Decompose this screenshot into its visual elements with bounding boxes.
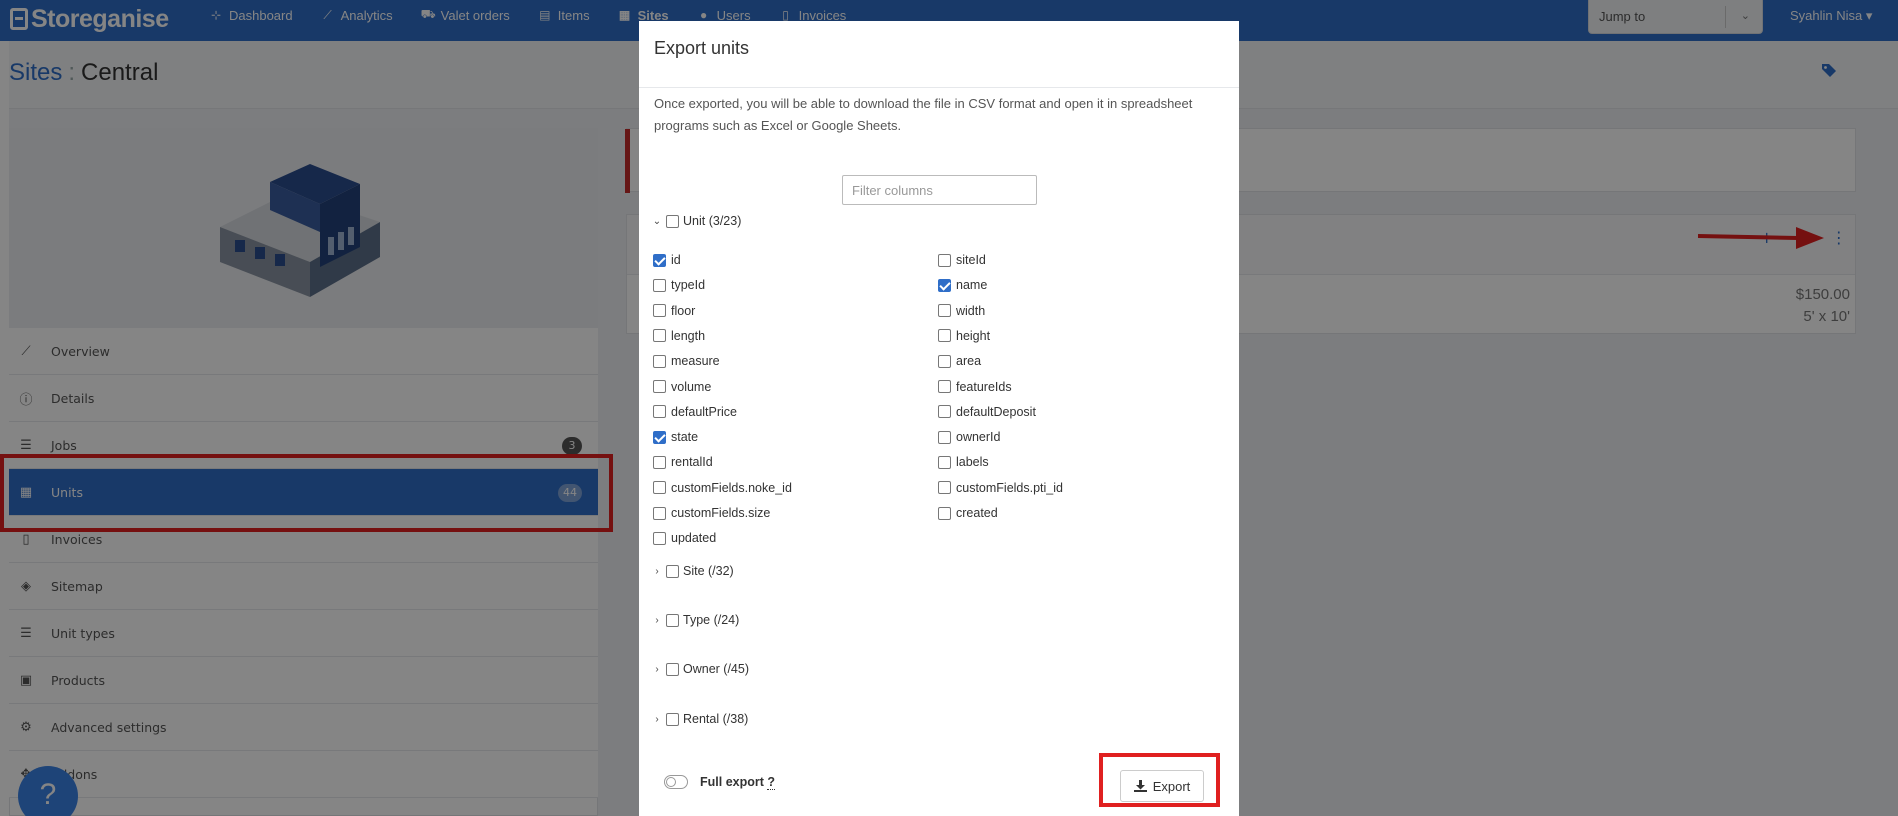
field-id[interactable]: id (653, 252, 681, 268)
field-checkbox[interactable] (653, 405, 666, 419)
field-label: customFields.noke_id (671, 480, 792, 495)
field-label: id (671, 253, 681, 267)
field-checkbox[interactable] (938, 278, 951, 292)
field-defaultdeposit[interactable]: defaultDeposit (938, 404, 1036, 420)
field-customfields-noke-id[interactable]: customFields.noke_id (653, 480, 792, 496)
full-export-help[interactable]: ? (767, 775, 776, 790)
field-checkbox[interactable] (938, 481, 951, 495)
field-label: rentalId (671, 455, 713, 470)
group-owner[interactable]: › Owner (/45) (652, 662, 749, 676)
field-floor[interactable]: floor (653, 303, 695, 319)
group-rental[interactable]: › Rental (/38) (652, 712, 748, 726)
field-label: state (671, 430, 699, 445)
modal-divider (639, 87, 1239, 88)
field-checkbox[interactable] (653, 531, 666, 545)
field-checkbox[interactable] (938, 455, 951, 469)
chevron-right-icon[interactable]: › (652, 714, 662, 725)
field-label: width (956, 303, 986, 318)
export-highlight-box (1099, 753, 1220, 807)
field-label: labels (956, 455, 989, 470)
field-label: customFields.size (671, 506, 771, 520)
field-checkbox[interactable] (938, 380, 951, 393)
field-checkbox[interactable] (653, 278, 666, 292)
field-checkbox[interactable] (653, 481, 666, 495)
chevron-right-icon[interactable]: › (652, 615, 662, 626)
field-label: length (671, 328, 706, 343)
field-label: defaultPrice (671, 404, 738, 419)
field-label: height (956, 328, 991, 343)
field-checkbox[interactable] (653, 329, 666, 343)
field-label: siteId (956, 253, 986, 267)
group-label: Type (/24) (683, 613, 740, 627)
field-rentalid[interactable]: rentalId (653, 454, 713, 470)
field-volume[interactable]: volume (653, 379, 711, 395)
field-checkbox[interactable] (653, 304, 666, 318)
full-export-toggle[interactable] (664, 775, 688, 789)
field-label: updated (671, 531, 717, 546)
field-checkbox[interactable] (653, 253, 666, 267)
field-label: defaultDeposit (956, 404, 1036, 419)
group-checkbox[interactable] (666, 712, 679, 726)
group-site[interactable]: › Site (/32) (652, 564, 734, 578)
full-export-toggle-row: Full export ? (664, 775, 776, 790)
group-label: Rental (/38) (683, 712, 749, 726)
field-name[interactable]: name (938, 277, 987, 293)
group-checkbox[interactable] (666, 613, 679, 627)
field-customfields-size[interactable]: customFields.size (653, 505, 770, 521)
field-label: ownerId (956, 430, 1001, 445)
field-label: measure (671, 354, 720, 369)
field-label: floor (671, 303, 696, 318)
field-width[interactable]: width (938, 303, 985, 319)
modal-description: Once exported, you will be able to downl… (654, 96, 1193, 133)
field-label: name (956, 278, 988, 293)
field-siteid[interactable]: siteId (938, 252, 986, 268)
field-checkbox[interactable] (938, 253, 951, 267)
field-checkbox[interactable] (938, 405, 951, 419)
field-checkbox[interactable] (938, 354, 951, 368)
field-checkbox[interactable] (653, 354, 666, 368)
field-checkbox[interactable] (653, 506, 666, 520)
full-export-label: Full export (700, 775, 764, 789)
field-checkbox[interactable] (653, 430, 666, 444)
field-defaultprice[interactable]: defaultPrice (653, 404, 737, 420)
field-label: featureIds (956, 379, 1012, 394)
field-measure[interactable]: measure (653, 353, 720, 369)
unit-group-header[interactable]: ⌄ Unit (3/23) (652, 214, 742, 228)
export-units-modal: Export units Once exported, you will be … (639, 21, 1239, 816)
field-checkbox[interactable] (938, 304, 951, 318)
field-state[interactable]: state (653, 429, 698, 445)
field-checkbox[interactable] (938, 430, 951, 444)
chevron-right-icon[interactable]: › (652, 566, 662, 577)
chevron-right-icon[interactable]: › (652, 664, 662, 675)
group-checkbox[interactable] (666, 564, 679, 578)
field-updated[interactable]: updated (653, 530, 716, 546)
unit-group-checkbox[interactable] (666, 214, 679, 228)
field-label: area (956, 354, 982, 369)
field-label: typeId (671, 278, 706, 293)
field-created[interactable]: created (938, 505, 998, 521)
group-checkbox[interactable] (666, 662, 679, 676)
chevron-down-icon[interactable]: ⌄ (652, 216, 662, 227)
field-labels[interactable]: labels (938, 454, 989, 470)
field-height[interactable]: height (938, 328, 990, 344)
field-typeid[interactable]: typeId (653, 277, 705, 293)
unit-group-label: Unit (3/23) (683, 214, 742, 228)
filter-columns-input[interactable] (842, 175, 1037, 205)
field-label: volume (671, 379, 712, 394)
field-checkbox[interactable] (938, 506, 951, 520)
field-customfields-pti-id[interactable]: customFields.pti_id (938, 480, 1063, 496)
field-checkbox[interactable] (653, 455, 666, 469)
group-type[interactable]: › Type (/24) (652, 613, 739, 627)
field-label: customFields.pti_id (956, 480, 1063, 495)
field-checkbox[interactable] (938, 329, 951, 343)
field-ownerid[interactable]: ownerId (938, 429, 1000, 445)
field-featureids[interactable]: featureIds (938, 379, 1012, 395)
group-label: Owner (/45) (683, 662, 749, 676)
group-label: Site (/32) (683, 564, 734, 578)
field-label: created (956, 506, 998, 520)
field-area[interactable]: area (938, 353, 981, 369)
field-length[interactable]: length (653, 328, 705, 344)
modal-title: Export units (654, 38, 750, 58)
field-checkbox[interactable] (653, 380, 666, 393)
